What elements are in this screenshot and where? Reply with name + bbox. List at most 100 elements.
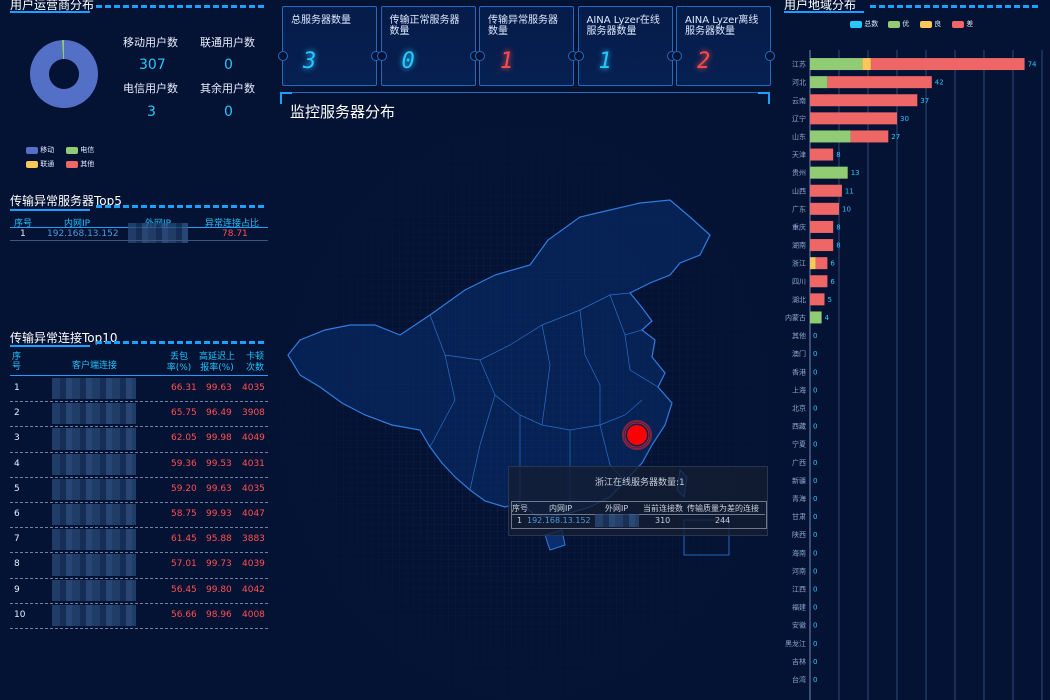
top10-row-no: 9	[14, 584, 20, 595]
region-bar-segment[interactable]	[870, 58, 1025, 71]
tooltip-header-poor: 传输质量为差的连接	[687, 504, 759, 513]
top10-header-no: 序号	[12, 352, 22, 372]
region-bar-segment[interactable]	[810, 220, 834, 233]
stat-card-value: 1	[500, 49, 514, 74]
legend-label-unicom: 联通	[40, 160, 55, 168]
region-bar-segment[interactable]	[810, 257, 816, 270]
top10-row-delay: 99.53	[206, 458, 232, 469]
region-bar-total-label: 0	[813, 332, 817, 340]
region-legend-label-fair: 良	[934, 20, 942, 28]
top10-row-loss: 56.45	[171, 584, 197, 595]
region-legend-good[interactable]: 优	[888, 19, 909, 29]
zhejiang-marker[interactable]	[622, 420, 652, 450]
region-bar-segment[interactable]	[810, 202, 839, 215]
top10-row-client-redacted	[52, 554, 136, 576]
china-map[interactable]	[280, 125, 770, 700]
stat-card-label: AINA Lyzer在线服务器数量	[586, 15, 660, 37]
stat-card-label: 传输异常服务器数量	[488, 15, 558, 37]
legend-label-telecom: 电信	[80, 146, 95, 154]
region-bar-segment[interactable]	[810, 275, 828, 288]
top10-row-stall: 4042	[242, 584, 265, 595]
top10-row-delay: 98.96	[206, 609, 232, 620]
region-category-label: 四川	[792, 278, 806, 286]
region-title-underline	[870, 5, 1040, 8]
region-bar-segment[interactable]	[850, 130, 889, 143]
top10-row-delay: 99.80	[206, 584, 232, 595]
stat-card-value: 0	[401, 49, 415, 74]
region-bar-segment[interactable]	[815, 257, 828, 270]
card-notch-left	[573, 51, 584, 61]
stat-mobile-label: 移动用户数	[123, 36, 178, 49]
region-bar-segment[interactable]	[810, 239, 834, 252]
top10-row-stall: 4008	[242, 609, 265, 620]
region-bar-total-label: 0	[813, 495, 817, 503]
stat-card[interactable]: AINA Lyzer离线服务器数量 2	[672, 6, 775, 86]
top5-title-underline	[96, 205, 266, 208]
stat-card[interactable]: 传输正常服务器数量 0	[376, 6, 480, 86]
region-bar-segment[interactable]	[810, 130, 851, 143]
region-bar-segment[interactable]	[810, 148, 834, 161]
top10-row-divider	[10, 426, 268, 428]
region-category-label: 辽宁	[792, 114, 806, 123]
region-bar-total-label: 10	[842, 205, 851, 213]
top10-row-loss: 61.45	[171, 534, 197, 545]
top10-row-delay: 99.63	[206, 483, 232, 494]
region-bar-segment[interactable]	[810, 76, 828, 89]
top10-row-loss: 59.20	[171, 483, 197, 494]
stat-card[interactable]: 总服务器数量 3	[278, 6, 381, 86]
region-legend-total[interactable]: 总数	[850, 19, 878, 29]
region-bar-total-label: 74	[1028, 61, 1037, 69]
donut-legend-other[interactable]: 其他	[66, 159, 94, 169]
stat-card[interactable]: 传输异常服务器数量 1	[475, 6, 578, 86]
region-bar-total-label: 0	[813, 676, 817, 684]
region-category-label: 湖南	[792, 241, 806, 250]
top10-header-stall: 卡顿次数	[245, 352, 264, 373]
top5-row-1-ratio: 78.71	[222, 229, 248, 239]
region-bar-segment[interactable]	[862, 58, 871, 71]
operator-title-underline-solid	[10, 11, 90, 13]
region-legend-fair[interactable]: 良	[920, 19, 941, 29]
region-bar-segment[interactable]	[810, 166, 848, 179]
legend-label-other: 其他	[80, 160, 95, 168]
region-legend-swatch-good	[888, 20, 900, 28]
region-legend-poor[interactable]: 差	[952, 19, 973, 29]
region-legend-label-good: 优	[902, 20, 910, 28]
legend-swatch-telecom	[66, 146, 78, 154]
region-bar-segment[interactable]	[810, 94, 918, 107]
legend-swatch-other	[66, 160, 78, 168]
region-legend-swatch-poor	[952, 20, 964, 28]
region-legend-label-poor: 差	[966, 20, 974, 28]
region-bar-total-label: 0	[813, 658, 817, 666]
region-category-label: 上海	[792, 385, 806, 394]
tooltip-header-outer-ip: 外网IP	[605, 504, 629, 513]
region-category-label: 黑龙江	[785, 639, 806, 648]
region-bar-segment[interactable]	[810, 293, 825, 306]
region-bar-segment[interactable]	[810, 184, 842, 197]
top10-row-loss: 57.01	[171, 559, 197, 570]
donut-legend-telecom[interactable]: 电信	[66, 145, 94, 155]
top10-row-loss: 66.31	[171, 383, 197, 393]
card-notch-left	[672, 51, 682, 61]
donut-legend-mobile[interactable]: 移动	[26, 145, 54, 155]
top10-row-stall: 4049	[242, 433, 265, 444]
region-bar-total-label: 0	[813, 604, 817, 612]
region-bar-total-label: 0	[813, 622, 817, 630]
region-bar-total-label: 6	[830, 260, 835, 268]
region-bar-segment[interactable]	[810, 112, 897, 125]
region-bar-segment[interactable]	[810, 311, 822, 324]
donut-legend-unicom[interactable]: 联通	[26, 159, 54, 169]
stat-mobile-value: 307	[139, 57, 166, 73]
top10-row-no: 6	[14, 509, 20, 519]
region-category-label: 陕西	[792, 530, 806, 539]
top10-row-delay: 99.98	[206, 433, 232, 444]
region-category-label: 新疆	[792, 476, 806, 485]
stat-card[interactable]: AINA Lyzer在线服务器数量 1	[573, 6, 677, 86]
region-category-label: 山东	[792, 132, 806, 141]
region-bar-total-label: 0	[813, 459, 817, 467]
top10-row-client-redacted	[52, 604, 136, 626]
card-notch-left	[475, 51, 485, 61]
region-bar-segment[interactable]	[810, 58, 863, 71]
top10-row-no: 4	[14, 458, 20, 469]
region-bar-segment[interactable]	[827, 76, 932, 89]
region-category-label: 宁夏	[792, 440, 806, 449]
